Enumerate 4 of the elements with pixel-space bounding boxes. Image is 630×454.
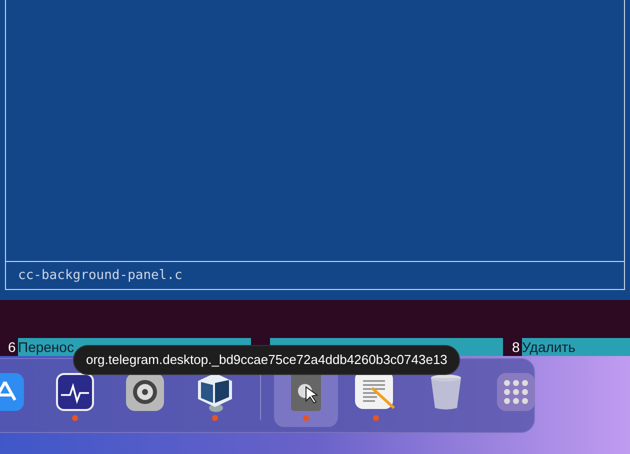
- key-number: 8: [512, 340, 521, 354]
- tooltip: org.telegram.desktop._bd9ccae75ce72a4ddb4260b3c0743e13: [73, 345, 460, 375]
- key-number: 6: [8, 340, 17, 354]
- file-name: cc-background-panel.c: [18, 266, 182, 285]
